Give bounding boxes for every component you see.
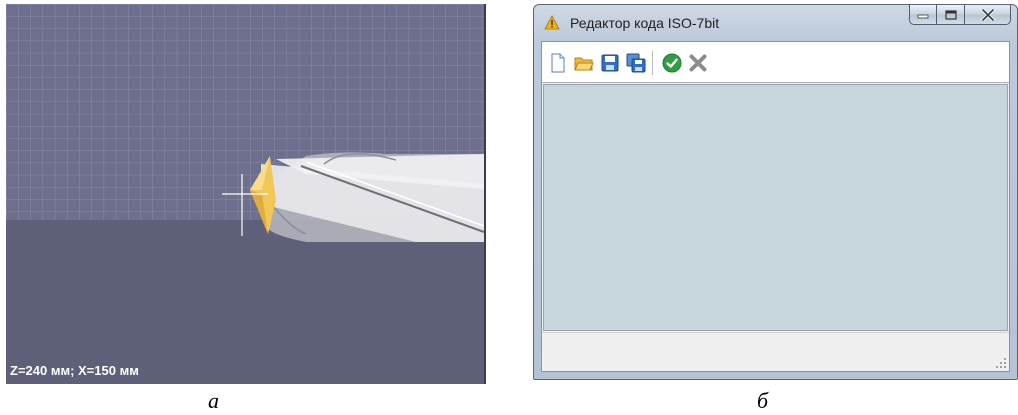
cancel-icon[interactable] [688, 53, 708, 73]
new-file-icon[interactable] [548, 53, 568, 73]
window-title: Редактор кода ISO-7bit [570, 15, 720, 31]
check-icon[interactable] [662, 53, 682, 73]
close-button[interactable] [965, 5, 1011, 25]
simulation-canvas [6, 4, 484, 242]
save-all-icon[interactable] [626, 53, 646, 73]
warning-icon [544, 15, 560, 30]
minimize-button[interactable] [909, 5, 937, 25]
coordinate-readout: Z=240 мм; X=150 мм [10, 363, 139, 378]
maximize-icon [944, 9, 957, 20]
toolbar-separator [652, 51, 653, 75]
code-text-area[interactable] [543, 84, 1008, 331]
resize-grip-icon[interactable] [995, 357, 1007, 369]
drill-tool [261, 152, 484, 242]
status-bar [542, 332, 1009, 371]
figure-caption-a: а [208, 388, 219, 413]
minimize-icon [917, 14, 929, 18]
save-icon[interactable] [600, 53, 620, 73]
editor-client-area [541, 41, 1010, 372]
figure-caption-b: б [757, 388, 769, 413]
open-folder-icon[interactable] [574, 53, 594, 73]
close-icon [980, 8, 995, 21]
title-bar[interactable]: Редактор кода ISO-7bit [534, 5, 1017, 41]
toolbar [542, 42, 1009, 83]
caption-buttons [909, 5, 1011, 27]
maximize-button[interactable] [937, 5, 965, 25]
simulation-viewport[interactable]: Z=240 мм; X=150 мм [6, 4, 486, 384]
code-editor-window: Редактор кода ISO-7bit [533, 4, 1018, 380]
